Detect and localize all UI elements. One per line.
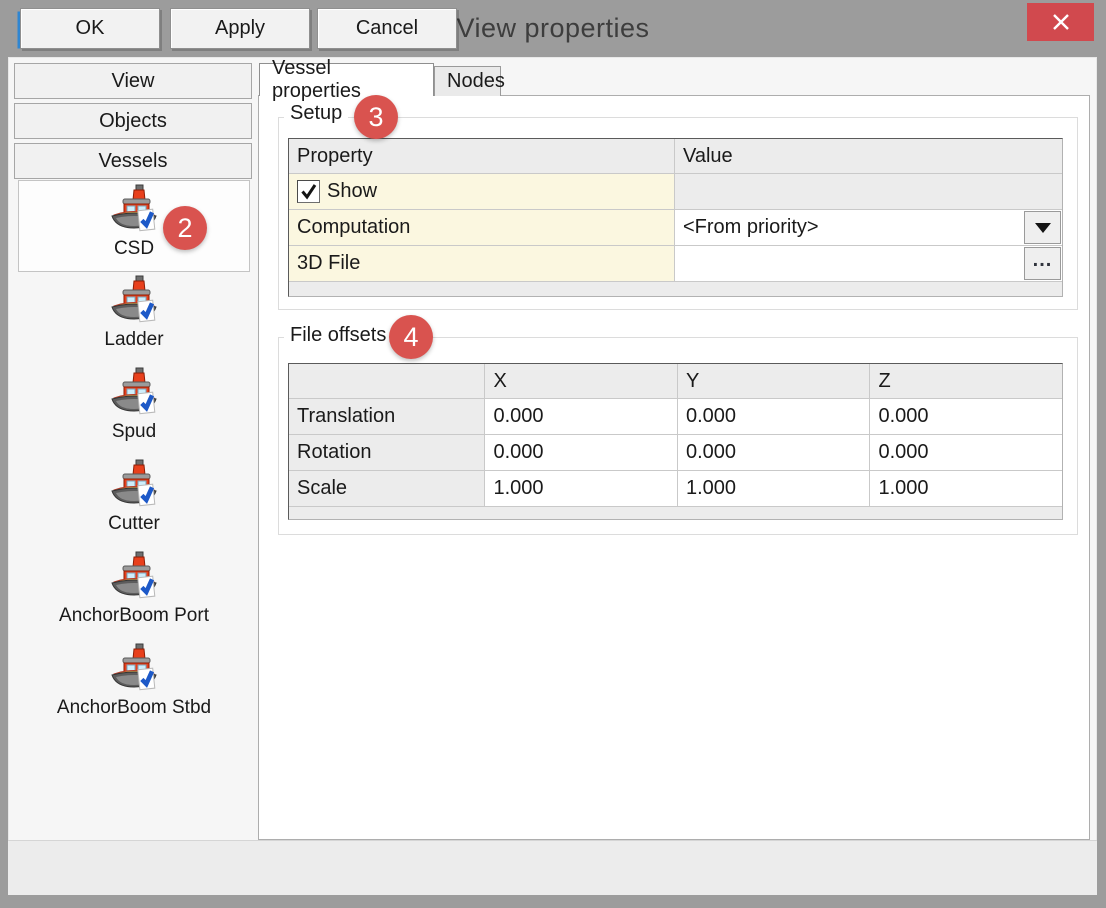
tab-vessel-properties[interactable]: Vessel properties <box>259 63 434 96</box>
sidebar-button-objects[interactable]: Objects <box>14 103 252 139</box>
show-value-cell <box>675 174 1062 210</box>
annotation-badge-4: 4 <box>389 315 433 359</box>
button-label: Apply <box>215 17 265 40</box>
offsets-col-z: Z <box>870 364 1062 399</box>
annotation-badge-3: 3 <box>354 95 398 139</box>
setup-property-label: Computation <box>297 216 410 239</box>
cancel-button[interactable]: Cancel <box>317 8 457 49</box>
vessel-item-label: Spud <box>18 421 250 443</box>
title-bar: View properties <box>0 0 1106 57</box>
setup-col-value: Value <box>675 139 1062 174</box>
tab-label: Vessel properties <box>272 57 421 103</box>
vessel-item-label: CSD <box>19 238 249 260</box>
close-button[interactable] <box>1027 3 1094 41</box>
browse-file-button[interactable]: ... <box>1024 247 1061 280</box>
offsets-table-filler <box>289 507 1062 519</box>
offset-cell[interactable]: 0.000 <box>485 435 678 471</box>
setup-row-3d-file: 3D File ... <box>289 246 1062 282</box>
setup-group-label: Setup <box>284 102 348 125</box>
vessel-item-label: Ladder <box>18 329 250 351</box>
vessel-item-csd[interactable]: CSD <box>18 180 250 272</box>
annotation-badge-2: 2 <box>163 206 207 250</box>
vessel-item-anchorboom-stbd[interactable]: AnchorBoom Stbd <box>18 640 250 732</box>
computation-dropdown-button[interactable] <box>1024 211 1061 244</box>
offset-cell[interactable]: 1.000 <box>678 471 871 507</box>
checkmark-icon <box>300 183 317 200</box>
offsets-row-rotation: Rotation 0.000 0.000 0.000 <box>289 435 1062 471</box>
vessel-item-label: AnchorBoom Port <box>18 605 250 627</box>
boat-icon <box>108 367 160 419</box>
offset-cell[interactable]: 0.000 <box>678 399 871 435</box>
setup-col-property: Property <box>289 139 675 174</box>
offsets-col-y: Y <box>678 364 871 399</box>
sidebar-button-view[interactable]: View <box>14 63 252 99</box>
offset-cell[interactable]: 1.000 <box>870 471 1062 507</box>
offsets-col-x: X <box>485 364 678 399</box>
offsets-row-translation: Translation 0.000 0.000 0.000 <box>289 399 1062 435</box>
computation-value: <From priority> <box>683 216 819 239</box>
offset-cell[interactable]: 0.000 <box>870 399 1062 435</box>
setup-property-label: Show <box>327 180 377 203</box>
nav-label: Vessels <box>99 150 168 173</box>
offsets-row-label: Translation <box>289 399 485 435</box>
offsets-row-label: Rotation <box>289 435 485 471</box>
ok-button[interactable]: OK <box>20 8 160 49</box>
boat-icon <box>108 459 160 511</box>
offsets-row-scale: Scale 1.000 1.000 1.000 <box>289 471 1062 507</box>
footer-bar <box>8 840 1097 895</box>
button-label: Cancel <box>356 17 418 40</box>
boat-icon <box>108 275 160 327</box>
file-offsets-table: X Y Z Translation 0.000 0.000 0.000 Rota… <box>288 363 1063 520</box>
offset-cell[interactable]: 0.000 <box>870 435 1062 471</box>
boat-icon <box>108 184 160 236</box>
offset-cell[interactable]: 0.000 <box>678 435 871 471</box>
setup-row-show: Show <box>289 174 1062 210</box>
button-label: OK <box>76 17 105 40</box>
nav-label: View <box>112 70 155 93</box>
file-value-cell[interactable]: ... <box>675 246 1062 282</box>
vessel-item-cutter[interactable]: Cutter <box>18 456 250 548</box>
vessel-item-ladder[interactable]: Ladder <box>18 272 250 364</box>
vessel-item-anchorboom-port[interactable]: AnchorBoom Port <box>18 548 250 640</box>
window-title: View properties <box>0 0 1106 57</box>
computation-value-cell[interactable]: <From priority> <box>675 210 1062 246</box>
nav-label: Objects <box>99 110 167 133</box>
apply-button[interactable]: Apply <box>170 8 310 49</box>
setup-property-label: 3D File <box>297 252 360 275</box>
show-checkbox[interactable] <box>297 180 320 203</box>
file-offsets-group-label: File offsets <box>284 324 392 347</box>
close-icon <box>1051 12 1071 32</box>
tab-nodes[interactable]: Nodes <box>434 66 501 96</box>
vessel-item-spud[interactable]: Spud <box>18 364 250 456</box>
boat-icon <box>108 551 160 603</box>
chevron-down-icon <box>1035 223 1051 233</box>
vessel-item-label: AnchorBoom Stbd <box>18 697 250 719</box>
setup-table-filler <box>289 282 1062 296</box>
vessel-item-label: Cutter <box>18 513 250 535</box>
setup-row-computation: Computation <From priority> <box>289 210 1062 246</box>
boat-icon <box>108 643 160 695</box>
sidebar-button-vessels[interactable]: Vessels <box>14 143 252 179</box>
offsets-row-label: Scale <box>289 471 485 507</box>
ellipsis-icon: ... <box>1033 255 1053 273</box>
tab-label: Nodes <box>447 70 505 93</box>
offsets-col-blank <box>289 364 485 399</box>
setup-table: Property Value Show Computation <From pr… <box>288 138 1063 297</box>
offset-cell[interactable]: 0.000 <box>485 399 678 435</box>
offset-cell[interactable]: 1.000 <box>485 471 678 507</box>
